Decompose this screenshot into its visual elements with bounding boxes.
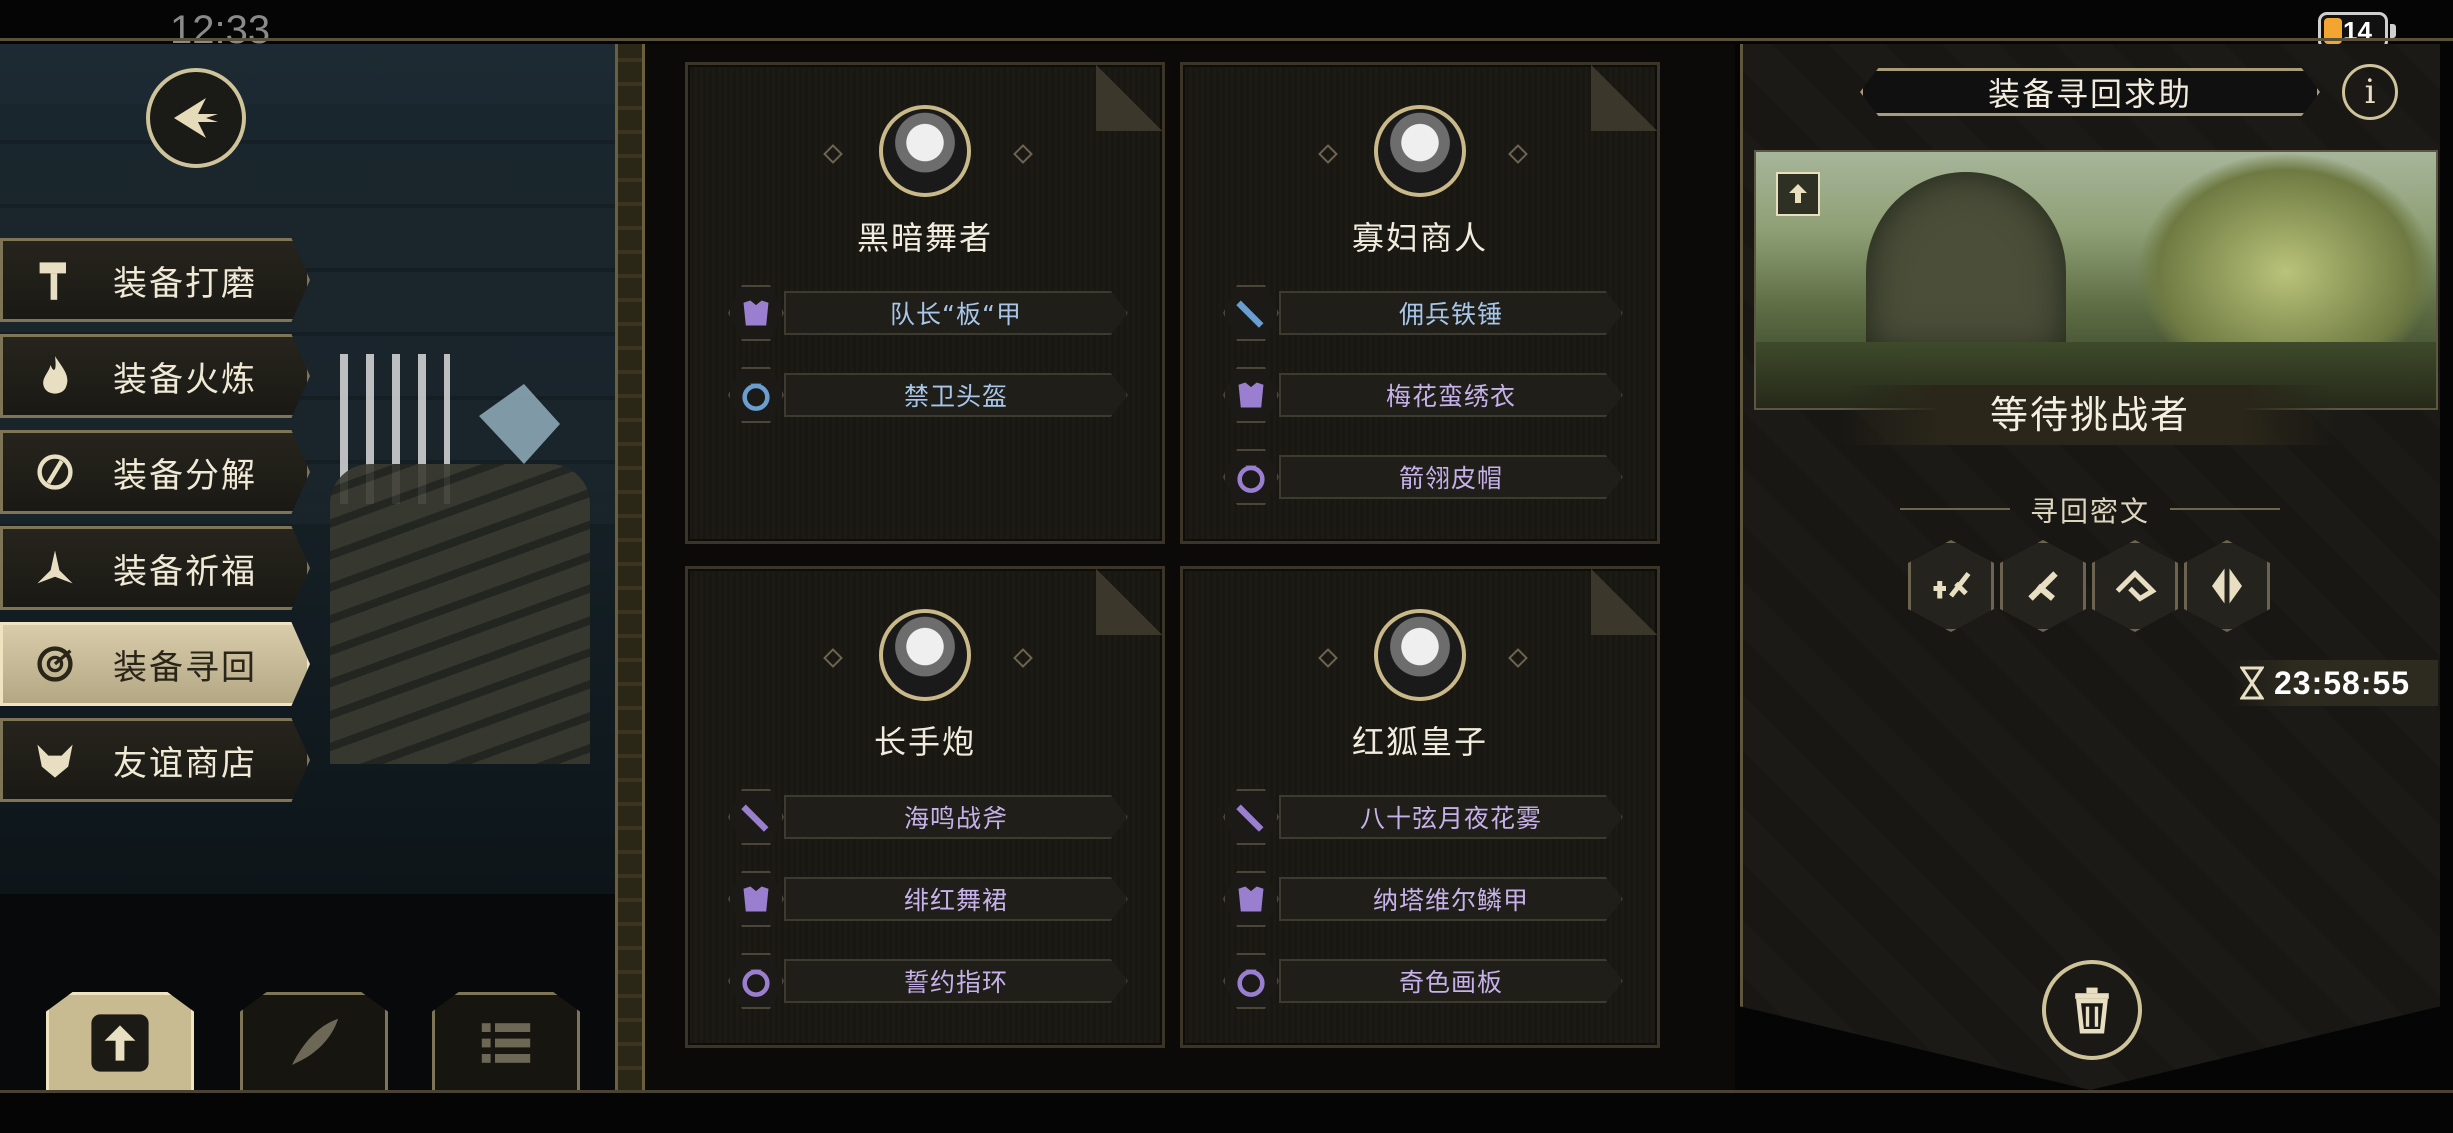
flame-icon <box>25 346 85 406</box>
menu-item-polish[interactable]: 装备打磨 <box>0 238 310 322</box>
ring-icon <box>728 367 784 423</box>
upload-icon <box>91 1013 149 1072</box>
sword-icon <box>1223 789 1279 845</box>
hammer-icon <box>25 250 85 310</box>
retrieve-icon <box>25 634 85 694</box>
equipment-item[interactable]: 绯红舞裙 <box>728 871 1128 927</box>
seeker-name: 黑暗舞者 <box>856 219 993 257</box>
ring-icon <box>1223 449 1279 505</box>
seeker-card[interactable]: 红狐皇子 八十弦月夜花雾 纳塔维尔鳞甲 奇色画板 <box>1180 566 1660 1048</box>
challenge-scene-image <box>1754 150 2438 410</box>
sword-icon <box>728 789 784 845</box>
armor-icon <box>728 285 784 341</box>
equipment-item[interactable]: 禁卫头盔 <box>728 367 1128 423</box>
trash-icon <box>2075 987 2109 1034</box>
menu-item-disassemble[interactable]: 装备分解 <box>0 430 310 514</box>
waiting-status: 等待挑战者 <box>1840 385 2340 445</box>
equipment-item[interactable]: 八十弦月夜花雾 <box>1223 789 1623 845</box>
equipment-item[interactable]: 奇色画板 <box>1223 953 1623 1009</box>
countdown-timer: 23:58:55 <box>2230 660 2438 706</box>
cipher-title: 寻回密文 <box>1900 490 2280 530</box>
info-icon[interactable]: i <box>2342 64 2398 120</box>
seeker-card[interactable]: 长手炮 海鸣战斧 绯红舞裙 誓约指环 <box>685 566 1165 1048</box>
armor-icon <box>1223 367 1279 423</box>
avatar <box>1374 609 1466 701</box>
equipment-item[interactable]: 佣兵铁锤 <box>1223 285 1623 341</box>
ornate-divider <box>615 44 645 1090</box>
list-icon <box>481 1022 531 1063</box>
avatar <box>1374 105 1466 197</box>
seeker-card[interactable]: 黑暗舞者 队长“板“甲 禁卫头盔 <box>685 62 1165 544</box>
equipment-item[interactable]: 箭翎皮帽 <box>1223 449 1623 505</box>
seeker-name: 寡妇商人 <box>1351 219 1488 257</box>
tab-feather[interactable] <box>240 992 388 1090</box>
ring-icon <box>1223 953 1279 1009</box>
seeker-name: 长手炮 <box>873 723 976 761</box>
share-icon[interactable] <box>1776 172 1820 216</box>
menu-item-retrieve[interactable]: 装备寻回 <box>0 622 310 706</box>
hourglass-icon <box>2238 664 2266 702</box>
feather-icon <box>292 1018 339 1065</box>
battery-level: 14 <box>2343 16 2372 46</box>
fox-icon <box>25 730 85 790</box>
armor-icon <box>1223 871 1279 927</box>
tab-upload[interactable] <box>46 992 194 1090</box>
equipment-item[interactable]: 海鸣战斧 <box>728 789 1128 845</box>
tab-list[interactable] <box>432 992 580 1090</box>
sword-icon <box>1223 285 1279 341</box>
equipment-item[interactable]: 队长“板“甲 <box>728 285 1128 341</box>
blessing-icon <box>25 538 85 598</box>
disassemble-icon <box>25 442 85 502</box>
equipment-item[interactable]: 纳塔维尔鳞甲 <box>1223 871 1623 927</box>
menu-item-blessing[interactable]: 装备祈福 <box>0 526 310 610</box>
equipment-item[interactable]: 梅花蛮绣衣 <box>1223 367 1623 423</box>
back-arrow-icon <box>174 98 218 138</box>
delete-button[interactable] <box>2042 960 2142 1060</box>
avatar <box>879 609 971 701</box>
ring-icon <box>728 953 784 1009</box>
back-button[interactable] <box>146 68 246 168</box>
seeker-card[interactable]: 寡妇商人 佣兵铁锤 梅花蛮绣衣 箭翎皮帽 <box>1180 62 1660 544</box>
avatar <box>879 105 971 197</box>
seeker-name: 红狐皇子 <box>1351 723 1488 761</box>
menu-item-friendship-shop[interactable]: 友谊商店 <box>0 718 310 802</box>
armor-icon <box>728 871 784 927</box>
menu-item-fire[interactable]: 装备火炼 <box>0 334 310 418</box>
equipment-item[interactable]: 誓约指环 <box>728 953 1128 1009</box>
panel-title: 装备寻回求助 <box>1860 68 2320 116</box>
